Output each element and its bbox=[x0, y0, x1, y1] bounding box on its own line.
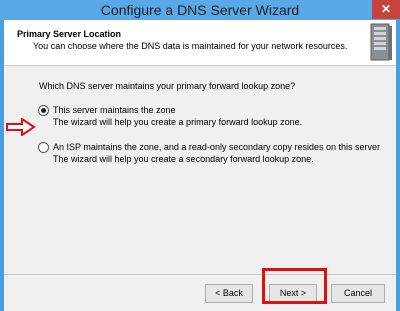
wizard-header: Primary Server Location You can choose w… bbox=[4, 20, 396, 66]
title-bar[interactable]: Configure a DNS Server Wizard ✕ bbox=[0, 0, 400, 20]
option-this-server-label[interactable]: This server maintains the zone bbox=[53, 105, 176, 115]
radio-this-server[interactable] bbox=[38, 105, 49, 116]
option-isp-label[interactable]: An ISP maintains the zone, and a read-on… bbox=[53, 142, 380, 152]
window-title: Configure a DNS Server Wizard bbox=[100, 2, 300, 18]
red-highlight-box bbox=[262, 268, 327, 304]
page-subtitle: You can choose where the DNS data is mai… bbox=[33, 41, 348, 51]
red-arrow-annotation bbox=[6, 118, 36, 136]
back-button[interactable]: < Back bbox=[205, 284, 253, 303]
zone-question: Which DNS server maintains your primary … bbox=[39, 81, 296, 91]
radio-selected-dot bbox=[41, 108, 46, 113]
close-icon: ✕ bbox=[380, 2, 392, 16]
option-this-server-description: The wizard will help you create a primar… bbox=[53, 117, 303, 127]
server-icon bbox=[370, 23, 392, 61]
page-title: Primary Server Location bbox=[17, 29, 122, 39]
option-isp-description: The wizard will help you create a second… bbox=[53, 154, 314, 164]
radio-isp[interactable] bbox=[38, 142, 49, 153]
wizard-body: Primary Server Location You can choose w… bbox=[4, 20, 396, 311]
footer-divider bbox=[4, 274, 396, 275]
close-button[interactable]: ✕ bbox=[372, 0, 400, 19]
cancel-button[interactable]: Cancel bbox=[331, 284, 385, 303]
wizard-window: Configure a DNS Server Wizard ✕ Primary … bbox=[0, 0, 400, 311]
